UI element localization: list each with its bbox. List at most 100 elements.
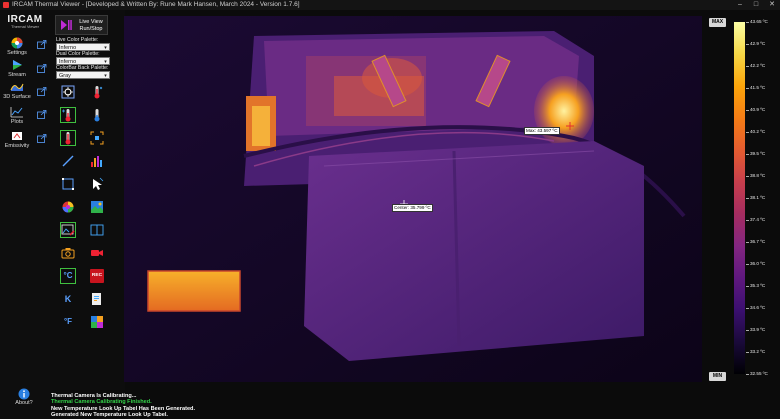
expand-3d-surface-icon[interactable] (37, 87, 47, 96)
celsius-unit-button[interactable]: °C (60, 268, 76, 284)
colorbar-min-label: MIN (709, 372, 726, 381)
colorbar-tick-label: 39.5 ºC (750, 151, 766, 156)
about-label: About? (15, 400, 33, 406)
chevron-down-icon: ▾ (104, 59, 107, 65)
live-view-label-line1: Live View (79, 19, 103, 25)
nav-stream[interactable]: Stream (2, 59, 32, 78)
colorbar-max-label: MAX (709, 18, 726, 27)
colorbar-tick-mark (746, 352, 749, 353)
colorbar-tick-mark (746, 264, 749, 265)
kelvin-unit-button[interactable]: K (61, 292, 75, 306)
line-measure-icon[interactable] (61, 154, 75, 168)
kelvin-unit-icon: K (64, 294, 72, 304)
thermometer-min-icon[interactable] (90, 108, 104, 122)
plots-icon (10, 107, 23, 118)
nav-stream-label: Stream (8, 72, 26, 78)
expand-stream-icon[interactable] (37, 64, 47, 73)
colorbar-back-palette-value: Gray (59, 73, 71, 79)
celsius-unit-icon: °C (63, 271, 73, 280)
nav-plots[interactable]: Plots (2, 106, 32, 125)
colorbar-tick-label: 43.65 ºC (750, 19, 768, 24)
log-line: Generated New Temperature Look Up Tabel. (51, 411, 168, 418)
live-view-label-line2: Run/Stop (79, 25, 103, 32)
nav-settings[interactable]: Settings (2, 37, 32, 56)
app-icon (3, 2, 9, 8)
camera-snapshot-icon[interactable] (61, 246, 75, 260)
image-edit-icon[interactable] (60, 222, 76, 238)
video-record-icon[interactable] (90, 246, 104, 260)
colorbar-tick-label: 38.8 ºC (750, 173, 766, 178)
colorbar-tick-label: 36.0 ºC (750, 261, 766, 266)
expand-plots-icon[interactable] (37, 110, 47, 119)
colorbar-tick-mark (746, 44, 749, 45)
close-button[interactable]: ✕ (764, 0, 780, 10)
temperature-color-scale (734, 22, 745, 374)
about-button[interactable]: About? (8, 388, 40, 406)
colorbar-back-palette-select[interactable]: Gray ▾ (56, 71, 110, 79)
palette-image-icon[interactable] (90, 200, 104, 214)
fahrenheit-unit-button[interactable]: °F (61, 315, 75, 329)
emissivity-icon (12, 132, 22, 140)
colorbar-tick-label: 38.1 ºC (750, 195, 766, 200)
tool-panel: Live View Run/Stop Live Color Palette: I… (50, 10, 125, 390)
maximize-button[interactable]: □ (748, 0, 764, 10)
surface-3d-icon (10, 83, 24, 91)
center-temperature-label: Center: 35.799 ºC (392, 204, 433, 212)
thermometer-max-icon[interactable] (90, 85, 104, 99)
expand-emissivity-icon[interactable] (37, 134, 47, 143)
roi-rectangle-icon[interactable] (61, 177, 75, 191)
fahrenheit-unit-icon: °F (63, 317, 73, 326)
gallery-icon[interactable] (90, 315, 104, 329)
colorbar-tick-label: 34.6 ºC (750, 305, 766, 310)
thermal-image (124, 16, 702, 382)
colorbar-tick-label: 42.2 ºC (750, 63, 766, 68)
thermal-image-view[interactable]: Max: 43.597 ºC Center: 35.799 ºC (124, 16, 702, 382)
colorbar-tick-mark (746, 88, 749, 89)
colorbar-tick-label: 40.2 ºC (750, 129, 766, 134)
colorbar-tick-mark (746, 330, 749, 331)
colorbar-tick-label: 35.3 ºC (750, 283, 766, 288)
colorbar-tick-mark (746, 154, 749, 155)
colorbar-tick-mark (746, 176, 749, 177)
colorbar-tick-mark (746, 308, 749, 309)
main-navigation: IRCAM Thermal Viewer Settings Stream 3D … (0, 10, 50, 419)
color-wheel-icon[interactable] (61, 200, 75, 214)
live-view-run-stop-button[interactable]: Live View Run/Stop (55, 15, 108, 35)
nav-settings-label: Settings (7, 50, 27, 56)
pointer-icon[interactable] (90, 177, 104, 191)
log-line: Thermal Camera Is Calibrating... (51, 393, 137, 399)
colorbar-tick-mark (746, 110, 749, 111)
nav-3d-surface-label: 3D Surface (3, 94, 31, 100)
colorbar-tick-mark (746, 242, 749, 243)
chevron-down-icon: ▾ (104, 45, 107, 51)
info-icon (18, 388, 30, 400)
colorbar-tick-mark (746, 198, 749, 199)
colorbar-tick-label: 37.4 ºC (750, 217, 766, 222)
colorbar-tick-label: 42.9 ºC (750, 41, 766, 46)
thermometer-red-icon[interactable] (60, 130, 76, 146)
minimize-button[interactable]: – (732, 0, 748, 10)
record-button[interactable]: REC (90, 269, 104, 283)
dual-palette-select[interactable]: Inferno ▾ (56, 57, 110, 65)
colorbar-tick-label: 41.5 ºC (750, 85, 766, 90)
expand-settings-icon[interactable] (37, 40, 47, 49)
colorbar-tick-label: 33.2 ºC (750, 349, 766, 354)
live-palette-select[interactable]: Inferno ▾ (56, 43, 110, 51)
colorbar-tick-label: 40.9 ºC (750, 107, 766, 112)
nav-emissivity[interactable]: Emissivity (2, 130, 32, 149)
max-temperature-label: Max: 43.597 ºC (524, 127, 560, 135)
nav-plots-label: Plots (10, 119, 24, 125)
thermometer-spot-icon[interactable] (60, 107, 76, 123)
export-file-icon[interactable] (90, 292, 104, 306)
log-line: New Temperature Look Up Tabel Has Been G… (51, 405, 196, 412)
nav-3d-surface[interactable]: 3D Surface (2, 81, 32, 100)
play-pause-icon (61, 20, 72, 30)
histogram-icon[interactable] (90, 154, 104, 168)
dual-view-icon[interactable] (90, 223, 104, 237)
window-title: IRCAM Thermal Viewer - [Developed & Writ… (12, 1, 300, 8)
stream-play-icon (13, 60, 22, 70)
status-log: Thermal Camera Is Calibrating... Thermal … (50, 391, 780, 419)
focus-crosshair-icon[interactable] (61, 85, 75, 99)
colorbar-tick-mark (746, 66, 749, 67)
area-select-icon[interactable] (90, 131, 104, 145)
